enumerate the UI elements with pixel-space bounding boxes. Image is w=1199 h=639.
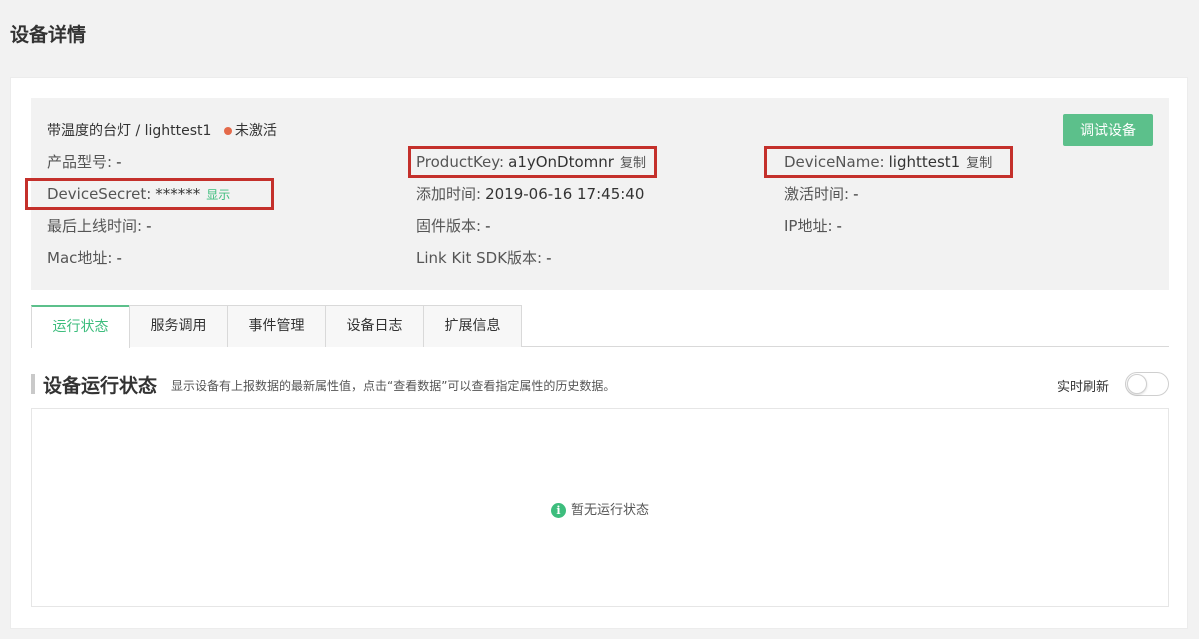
section-title: 设备运行状态 <box>43 375 158 397</box>
device-name-title: lighttest1 <box>144 123 212 139</box>
highlight-box-device-secret <box>25 178 274 210</box>
highlight-box-product-key <box>408 146 657 178</box>
section-header: 设备运行状态 显示设备有上报数据的最新属性值，点击“查看数据”可以查看指定属性的… <box>31 371 1169 399</box>
device-title: 带温度的台灯 / lighttest1 未激活 <box>47 120 277 140</box>
status-text: 未激活 <box>234 123 277 139</box>
info-value: - <box>146 217 152 235</box>
info-icon: i <box>550 503 566 518</box>
tab-bar: 运行状态 服务调用 事件管理 设备日志 扩展信息 <box>31 305 1169 348</box>
running-status-panel: i 暂无运行状态 <box>31 408 1169 607</box>
title-separator: / <box>135 123 141 139</box>
tab-extended-info[interactable]: 扩展信息 <box>423 305 522 347</box>
page-title: 设备详情 <box>10 24 87 46</box>
empty-state: i 暂无运行状态 <box>32 499 1168 518</box>
info-activate-time: 激活时间: - <box>784 184 858 204</box>
realtime-refresh-toggle[interactable] <box>1125 372 1169 396</box>
info-firmware: 固件版本: - <box>416 216 490 236</box>
info-value: 2019-06-16 17:45:40 <box>485 185 645 203</box>
info-value: - <box>853 185 859 203</box>
section-description: 显示设备有上报数据的最新属性值，点击“查看数据”可以查看指定属性的历史数据。 <box>171 379 616 393</box>
info-product-model: 产品型号: - <box>47 152 121 172</box>
info-label: Mac地址: <box>47 249 113 267</box>
product-name: 带温度的台灯 <box>47 123 131 139</box>
tab-device-log[interactable]: 设备日志 <box>325 305 424 347</box>
debug-device-button[interactable]: 调试设备 <box>1063 114 1153 146</box>
info-label: Link Kit SDK版本: <box>416 249 543 267</box>
highlight-box-device-name <box>764 146 1013 178</box>
info-value: - <box>116 249 122 267</box>
info-value: - <box>116 153 122 171</box>
info-value: - <box>836 217 842 235</box>
status-dot-icon <box>223 126 232 135</box>
section-bar <box>31 374 35 394</box>
info-mac: Mac地址: - <box>47 248 122 268</box>
info-label: IP地址: <box>784 217 833 235</box>
info-ip: IP地址: - <box>784 216 842 236</box>
info-label: 添加时间: <box>416 185 482 203</box>
info-sdk: Link Kit SDK版本: - <box>416 248 552 268</box>
info-value: - <box>485 217 491 235</box>
tab-running-status[interactable]: 运行状态 <box>31 305 130 348</box>
device-detail-card: 带温度的台灯 / lighttest1 未激活 调试设备 产品型号: - Devi… <box>10 77 1188 629</box>
empty-message: 暂无运行状态 <box>570 503 649 518</box>
info-label: 产品型号: <box>47 153 113 171</box>
realtime-refresh-label: 实时刷新 <box>1056 380 1109 395</box>
toggle-knob <box>1127 374 1147 394</box>
info-label: 固件版本: <box>416 217 482 235</box>
tab-service-call[interactable]: 服务调用 <box>129 305 228 347</box>
tab-event-management[interactable]: 事件管理 <box>227 305 326 347</box>
info-add-time: 添加时间: 2019-06-16 17:45:40 <box>416 184 644 204</box>
info-label: 最后上线时间: <box>47 217 143 235</box>
info-last-online: 最后上线时间: - <box>47 216 151 236</box>
info-value: - <box>546 249 552 267</box>
info-label: 激活时间: <box>784 185 850 203</box>
device-info-panel: 带温度的台灯 / lighttest1 未激活 调试设备 产品型号: - Devi… <box>25 98 1169 290</box>
